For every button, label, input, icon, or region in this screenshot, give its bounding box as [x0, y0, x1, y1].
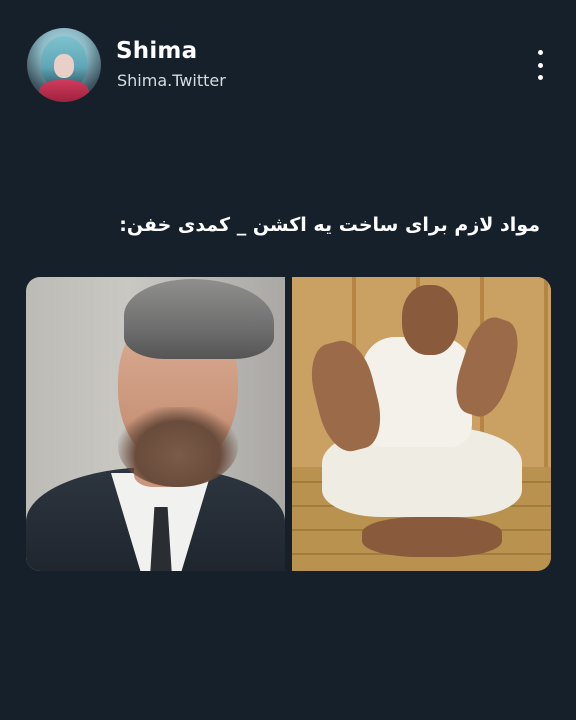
author-handle[interactable]: Shima.Twitter	[117, 71, 226, 90]
post-image-right[interactable]	[292, 277, 551, 571]
post-image-left[interactable]	[26, 277, 285, 571]
beard	[118, 407, 238, 487]
menu-dot	[537, 62, 543, 68]
post-header: Shima Shima.Twitter	[0, 0, 576, 120]
avatar-dress	[39, 80, 89, 102]
hair	[124, 279, 274, 359]
more-vertical-icon[interactable]	[530, 50, 550, 80]
head	[402, 285, 458, 355]
avatar-face	[54, 54, 74, 78]
feet	[362, 517, 502, 557]
menu-dot	[537, 75, 543, 80]
author-name[interactable]: Shima	[116, 38, 197, 64]
post-text: مواد لازم برای ساخت یه اکشن _ کمدی خفن:	[119, 214, 540, 236]
menu-dot	[537, 50, 543, 55]
avatar[interactable]	[27, 28, 101, 102]
